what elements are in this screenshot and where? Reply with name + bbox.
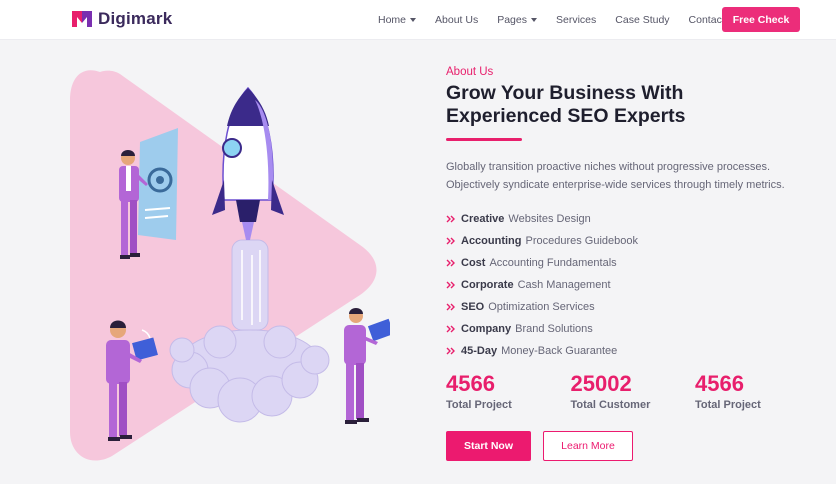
feature-bold: Company	[461, 323, 512, 335]
title-line-1: Grow Your Business With	[446, 82, 684, 104]
description-line-2: Objectively syndicate enterprise-wide se…	[446, 179, 785, 191]
site-header: Digimark Home About Us Pages Services Ca…	[0, 0, 836, 40]
nav-case-study-label: Case Study	[615, 14, 670, 26]
nav-about-us[interactable]: About Us	[435, 14, 478, 26]
feature-item: 45-Day Money-Back Guarantee	[446, 340, 806, 362]
nav-home-label: Home	[378, 14, 407, 26]
stat-label: Total Customer	[570, 399, 651, 411]
hero-illustration	[70, 70, 390, 461]
feature-item: Cost Accounting Fundamentals	[446, 252, 806, 274]
digimark-logo-icon	[72, 11, 92, 27]
stat-item: 4566 Total Project	[446, 371, 571, 411]
double-chevron-right-icon	[446, 303, 455, 311]
nav-about-us-label: About Us	[435, 14, 479, 26]
logo[interactable]: Digimark	[70, 8, 172, 30]
main-nav: Home About Us Pages Services Case Study …	[378, 0, 759, 40]
logo-text: Digimark	[98, 9, 173, 28]
stat-label: Total Project	[695, 399, 761, 411]
free-check-button[interactable]: Free Check	[722, 7, 800, 32]
about-section: About Us Grow Your Business With Experie…	[446, 66, 806, 362]
double-chevron-right-icon	[446, 215, 455, 223]
stat-item: 25002 Total Customer	[571, 371, 696, 411]
feature-bold: Accounting	[461, 235, 522, 247]
title-line-2: Experienced SEO Experts	[446, 105, 686, 127]
feature-text: Money-Back Guarantee	[501, 345, 618, 357]
feature-text: Cash Management	[517, 279, 611, 291]
stat-label: Total Project	[446, 399, 512, 411]
section-description: Globally transition proactive niches wit…	[446, 158, 806, 194]
stat-number: 4566	[446, 371, 495, 396]
nav-pages-label: Pages	[497, 14, 527, 26]
feature-item: SEO Optimization Services	[446, 296, 806, 318]
double-chevron-right-icon	[446, 281, 455, 289]
feature-bold: Corporate	[461, 279, 514, 291]
double-chevron-right-icon	[446, 325, 455, 333]
learn-more-button[interactable]: Learn More	[543, 431, 633, 461]
nav-pages[interactable]: Pages	[497, 14, 537, 26]
nav-services[interactable]: Services	[556, 14, 596, 26]
feature-item: Accounting Procedures Guidebook	[446, 230, 806, 252]
feature-bold: SEO	[461, 301, 485, 313]
feature-text: Procedures Guidebook	[525, 235, 639, 247]
stats-row: 4566 Total Project 25002 Total Customer …	[446, 371, 820, 411]
start-now-button[interactable]: Start Now	[446, 431, 531, 461]
feature-bold: Creative	[461, 213, 505, 225]
feature-text: Accounting Fundamentals	[489, 257, 617, 269]
section-title: Grow Your Business With Experienced SEO …	[446, 82, 806, 128]
stat-number: 4566	[695, 371, 744, 396]
feature-text: Websites Design	[508, 213, 591, 225]
nav-home[interactable]: Home	[378, 14, 417, 26]
feature-list: Creative Websites Design Accounting Proc…	[446, 208, 806, 362]
stat-number: 25002	[570, 371, 632, 396]
title-underline	[446, 138, 522, 141]
caret-down-icon	[531, 18, 537, 22]
feature-text: Brand Solutions	[515, 323, 593, 335]
feature-item: Company Brand Solutions	[446, 318, 806, 340]
feature-item: Corporate Cash Management	[446, 274, 806, 296]
feature-text: Optimization Services	[488, 301, 595, 313]
person-right-icon	[344, 308, 390, 424]
double-chevron-right-icon	[446, 347, 455, 355]
nav-services-label: Services	[556, 14, 597, 26]
description-line-1: Globally transition proactive niches wit…	[446, 161, 771, 173]
section-eyebrow: About Us	[446, 66, 494, 78]
stat-item: 4566 Total Project	[695, 371, 820, 411]
feature-bold: 45-Day	[461, 345, 498, 357]
caret-down-icon	[410, 18, 417, 22]
double-chevron-right-icon	[446, 237, 455, 245]
feature-bold: Cost	[461, 257, 486, 269]
feature-item: Creative Websites Design	[446, 208, 806, 230]
nav-case-study[interactable]: Case Study	[615, 14, 669, 26]
double-chevron-right-icon	[446, 259, 455, 267]
